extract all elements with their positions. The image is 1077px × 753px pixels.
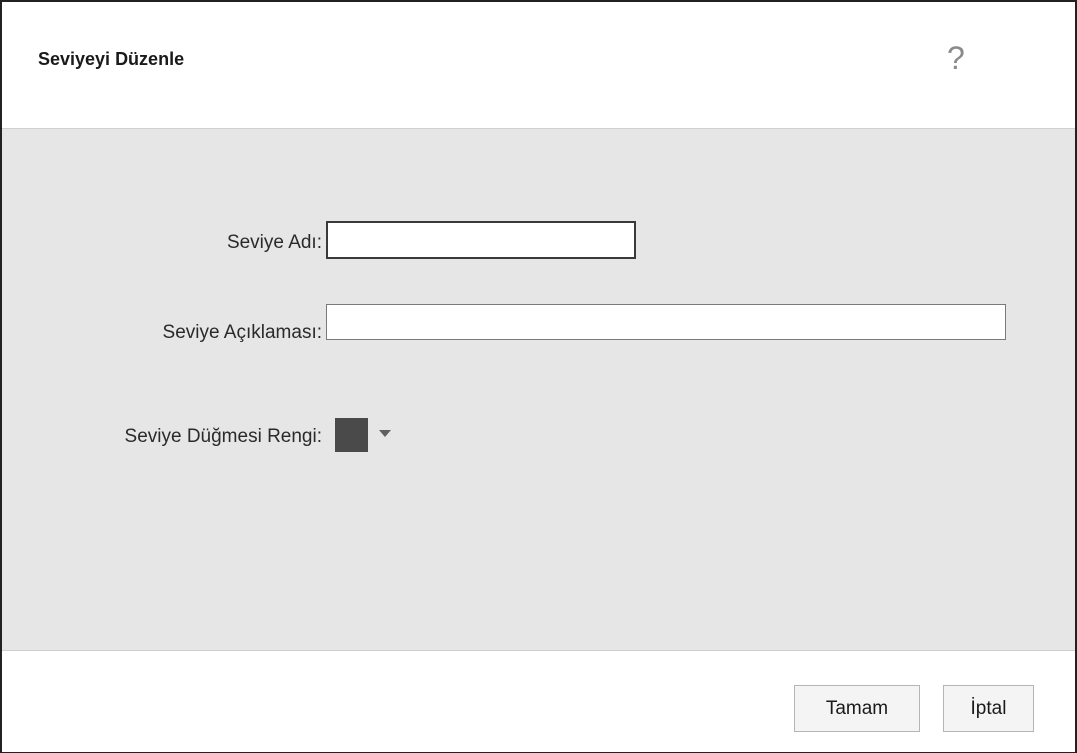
dialog-body: Seviye Adı: Seviye Açıklaması: Seviye Dü… <box>2 129 1075 650</box>
help-icon[interactable]: ? <box>947 42 965 74</box>
chevron-down-icon[interactable] <box>379 430 391 437</box>
edit-level-dialog: Seviyeyi Düzenle ? Seviye Adı: Seviye Aç… <box>0 0 1077 753</box>
dialog-title: Seviyeyi Düzenle <box>38 49 185 69</box>
cancel-button[interactable]: İptal <box>943 685 1034 732</box>
dialog-footer: Tamam İptal <box>2 650 1075 752</box>
level-name-label: Seviye Adı: <box>226 232 322 253</box>
button-color-picker[interactable] <box>335 418 405 454</box>
level-name-input[interactable] <box>326 221 636 259</box>
ok-button[interactable]: Tamam <box>794 685 920 732</box>
level-description-input[interactable] <box>326 304 1006 340</box>
level-description-label: Seviye Açıklaması: <box>162 322 322 343</box>
color-swatch[interactable] <box>335 418 368 452</box>
dialog-header: Seviyeyi Düzenle ? <box>2 2 1075 129</box>
button-color-label: Seviye Düğmesi Rengi: <box>124 426 322 447</box>
